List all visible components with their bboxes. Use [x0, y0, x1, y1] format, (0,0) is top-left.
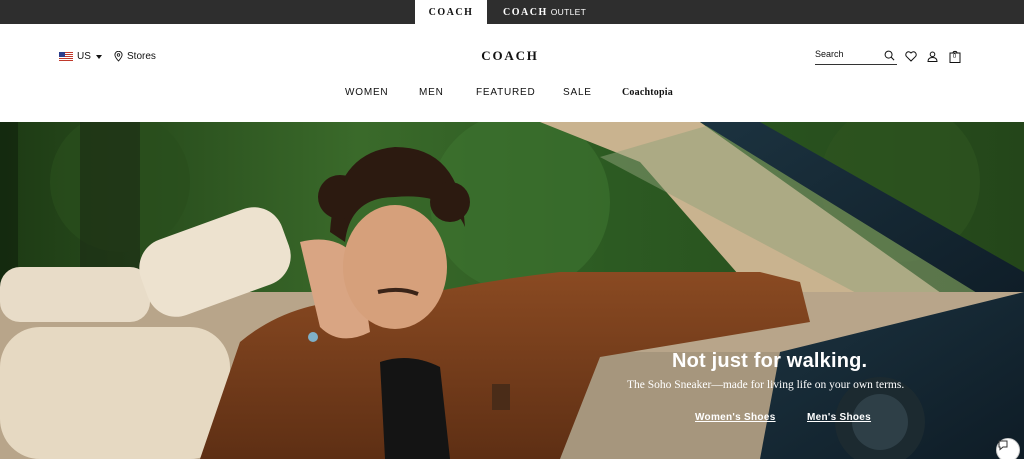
mens-shoes-link[interactable]: Men's Shoes: [807, 412, 871, 423]
nav-women[interactable]: WOMEN: [345, 87, 388, 98]
country-code: US: [77, 51, 91, 62]
country-selector[interactable]: US: [59, 51, 102, 62]
account-user-icon[interactable]: [926, 50, 939, 63]
chevron-down-icon: [95, 54, 102, 59]
search-icon[interactable]: [884, 50, 895, 61]
stores-label: Stores: [127, 51, 156, 62]
nav-coachtopia[interactable]: Coachtopia: [622, 87, 673, 98]
bag-count: 0: [952, 54, 957, 60]
brand-switcher-bar: COACH COACH OUTLET: [0, 0, 1024, 24]
search-field[interactable]: Search: [815, 49, 897, 65]
chat-icon[interactable]: [996, 438, 1020, 459]
hero-subheadline: The Soho Sneaker—made for living life on…: [627, 379, 905, 391]
nav-featured[interactable]: FEATURED: [476, 87, 536, 98]
coach-outlet-tab[interactable]: COACH OUTLET: [495, 0, 595, 24]
coach-logo[interactable]: COACH: [470, 48, 550, 64]
hero-image: [0, 122, 1024, 459]
us-flag-icon: [59, 52, 73, 61]
outlet-brand-name: COACH: [503, 6, 548, 18]
wishlist-heart-icon[interactable]: [904, 50, 917, 63]
site-header: US Stores COACH Search 0 WOMEN MEN FEATU…: [0, 24, 1024, 122]
outlet-suffix: OUTLET: [550, 7, 587, 17]
stores-link[interactable]: Stores: [114, 51, 156, 62]
nav-sale[interactable]: SALE: [563, 87, 592, 98]
main-nav: WOMEN MEN FEATURED SALE Coachtopia: [0, 87, 1024, 101]
coach-brand-tab[interactable]: COACH: [415, 0, 487, 24]
location-pin-icon: [114, 51, 123, 62]
hero-headline: Not just for walking.: [672, 350, 868, 372]
shopping-bag-icon[interactable]: 0: [948, 50, 961, 63]
nav-men[interactable]: MEN: [419, 87, 444, 98]
womens-shoes-link[interactable]: Women's Shoes: [695, 412, 776, 423]
search-placeholder: Search: [815, 49, 844, 59]
hero-banner[interactable]: Not just for walking. The Soho Sneaker—m…: [0, 122, 1024, 459]
